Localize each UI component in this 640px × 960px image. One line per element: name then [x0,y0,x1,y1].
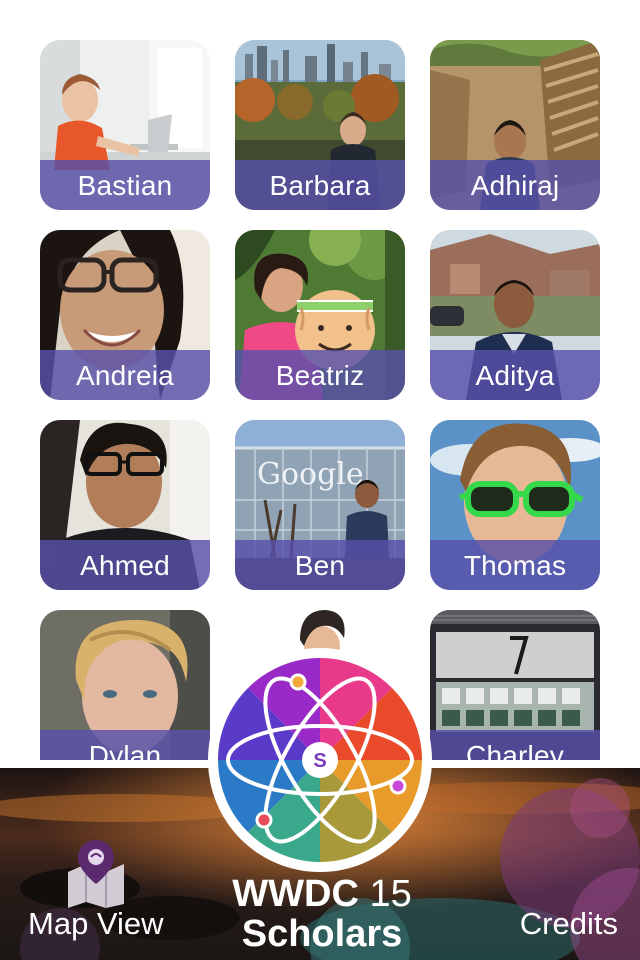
scholar-name: Thomas [430,540,600,590]
brand-subtitle: Scholars [241,913,403,955]
scholar-name: Dylan [40,730,210,760]
scholar-name: Ahmed [40,540,210,590]
scholar-tile-barbara[interactable]: Barbara [235,40,405,210]
scholar-name: Bastian [40,160,210,210]
scholar-tile-dylan[interactable]: Dylan [40,610,210,760]
scholar-tile-ahmed[interactable]: Ahmed [40,420,210,590]
map-view-label: Map View [28,906,164,941]
scholar-name: Andreia [40,350,210,400]
scholar-name: Barbara [235,160,405,210]
scholar-tile-aditya[interactable]: Aditya [430,230,600,400]
scholar-tile-thomas[interactable]: Thomas [430,420,600,590]
brand-year: 15 [369,873,412,915]
scholar-name: Ben [235,540,405,590]
map-view-button[interactable]: Map View [24,838,174,948]
scholar-tile-adhiraj[interactable]: Adhiraj [430,40,600,210]
app-brand: WWDC 15 Scholars [222,874,422,954]
scholar-tile-beatriz[interactable]: Beatriz [235,230,405,400]
scholar-name: Aditya [430,350,600,400]
brand-wwdc: WWDC [232,873,359,915]
app-screen: Bastian Barbara Adhiraj Andreia Beatriz … [0,0,640,960]
scholars-logo[interactable]: S [206,646,434,874]
scholar-tile-andreia[interactable]: Andreia [40,230,210,400]
google-sign-text: Google [257,457,364,492]
scholar-tile-bastian[interactable]: Bastian [40,40,210,210]
logo-letter: S [313,750,326,772]
scholar-name: Beatriz [235,350,405,400]
scholar-name: Adhiraj [430,160,600,210]
credits-button[interactable]: Credits [520,906,618,942]
scholar-tile-charley[interactable]: Charley [430,610,600,760]
scholar-name: Charley [430,730,600,760]
map-pin-icon [64,838,128,908]
scholar-tile-ben[interactable]: Google Ben [235,420,405,590]
brand-title: WWDC 15 [222,874,422,914]
